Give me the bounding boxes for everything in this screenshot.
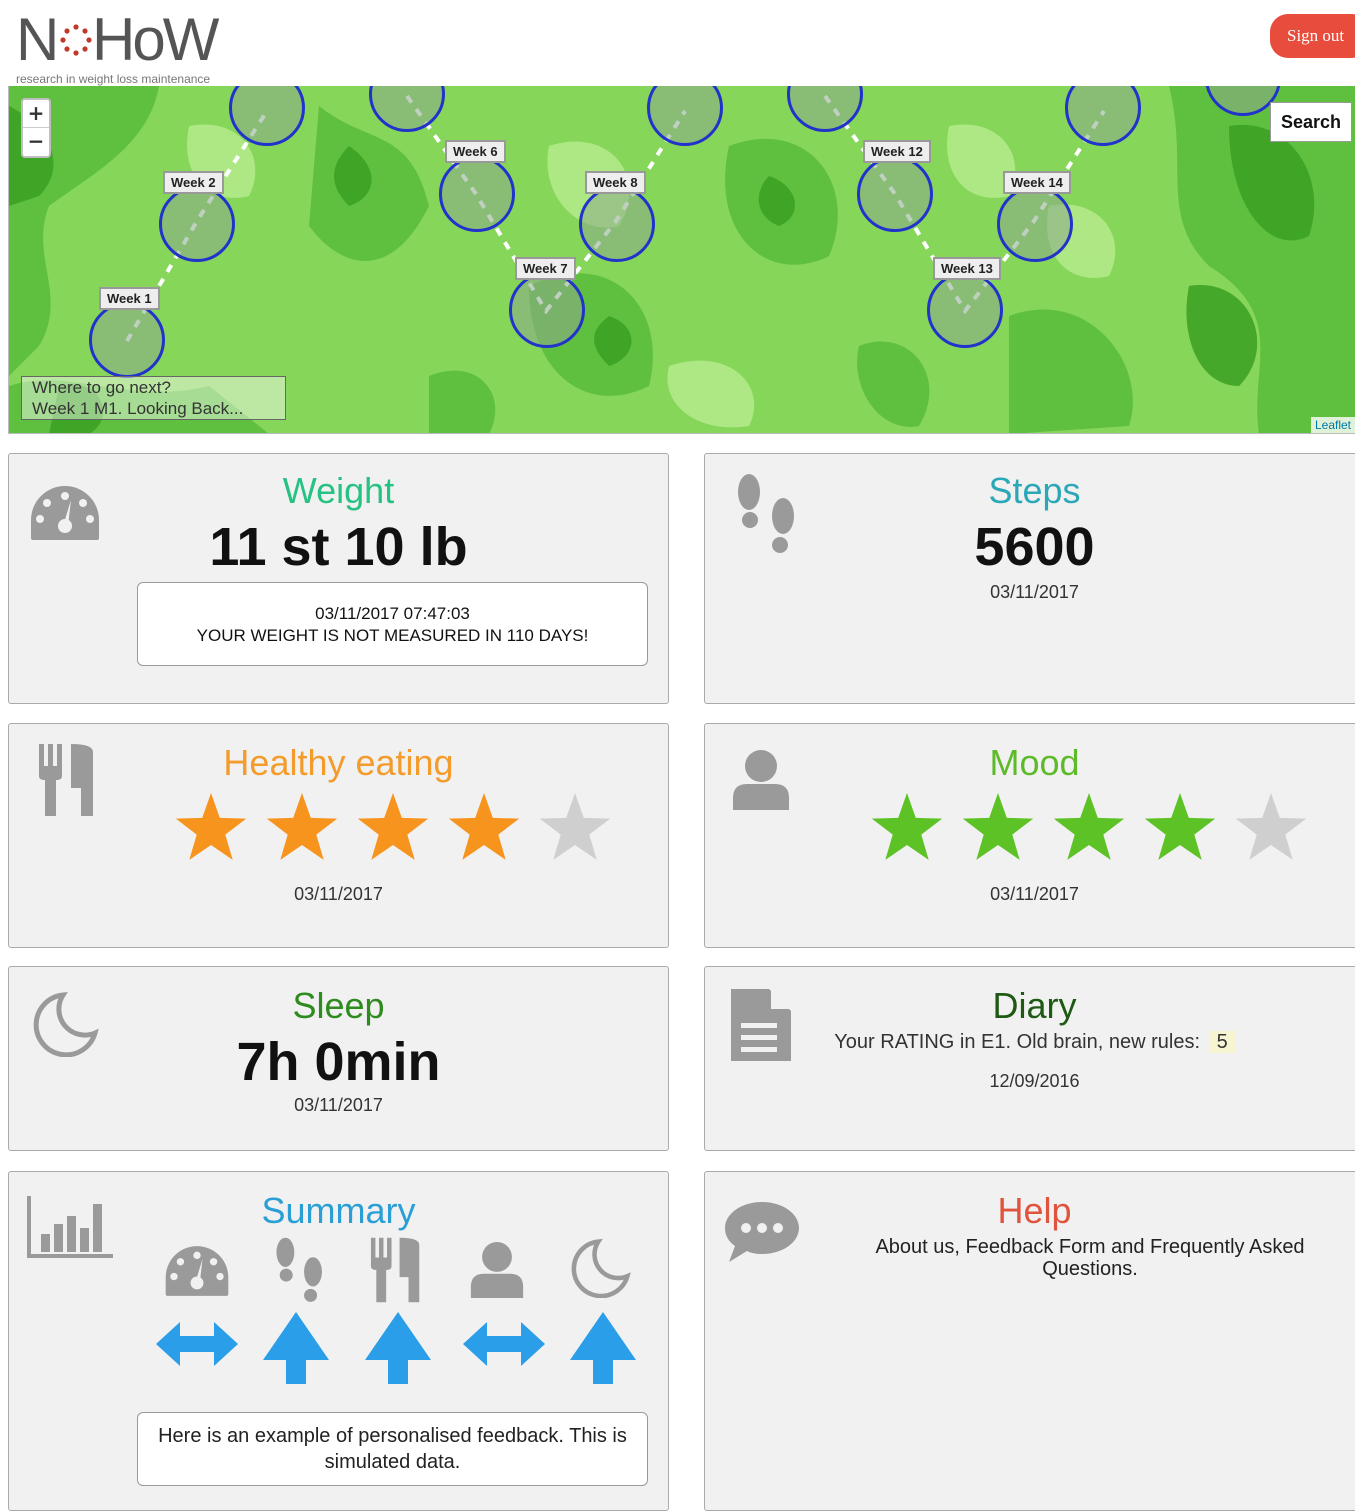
star-filled-icon[interactable] — [266, 793, 338, 860]
weight-warning: YOUR WEIGHT IS NOT MEASURED IN 110 DAYS! — [196, 626, 589, 645]
week-circle[interactable] — [927, 272, 1003, 348]
journey-map[interactable]: Week 1 Week 2 Week 6 Week 7 Week 8 Week … — [8, 86, 1355, 434]
week-circle[interactable] — [509, 272, 585, 348]
week-circle[interactable] — [89, 302, 165, 378]
where-link[interactable]: Week 1 M1. Looking Back... — [32, 398, 285, 419]
trend-up-arrow-icon — [263, 1312, 329, 1384]
moon-icon — [571, 1238, 631, 1298]
mood-card[interactable]: Mood 03/11/2017 — [704, 723, 1355, 948]
weight-timestamp: 03/11/2017 07:47:03 — [315, 604, 470, 623]
star-filled-icon[interactable] — [962, 793, 1034, 860]
week-label: Week 13 — [933, 257, 1001, 280]
healthy-eating-date: 03/11/2017 — [294, 884, 383, 904]
sleep-title: Sleep — [292, 985, 385, 1026]
svg-text:HoW: HoW — [92, 8, 220, 70]
logo-wordmark: N HoW — [16, 6, 223, 73]
healthy-eating-title: Healthy eating — [223, 742, 454, 783]
diary-card[interactable]: Diary Your RATING in E1. Old brain, new … — [704, 966, 1355, 1151]
week-label: Week 8 — [585, 171, 646, 194]
steps-value: 5600 — [974, 517, 1095, 577]
steps-card[interactable]: Steps 5600 03/11/2017 — [704, 453, 1355, 704]
steps-title: Steps — [988, 470, 1081, 511]
weight-value: 11 st 10 lb — [209, 517, 468, 577]
zoom-in-button[interactable]: + — [23, 100, 49, 128]
star-filled-icon[interactable] — [357, 793, 429, 860]
footprints-icon — [276, 1237, 322, 1302]
zoom-out-button[interactable]: − — [23, 128, 49, 156]
week-label: Week 1 — [99, 287, 160, 310]
where-to-go-next-box[interactable]: Where to go next? Week 1 M1. Looking Bac… — [21, 376, 286, 420]
week-label: Week 7 — [515, 257, 576, 280]
week-circle[interactable] — [579, 186, 655, 262]
trend-up-arrow-icon — [570, 1312, 636, 1384]
week-label: Week 14 — [1003, 171, 1071, 194]
nohow-logo[interactable]: N HoW research in weight loss maintenanc… — [16, 6, 236, 86]
trend-stable-arrow-icon — [156, 1322, 238, 1366]
diary-rating-text: Your RATING in E1. Old brain, new rules: — [834, 1031, 1201, 1053]
week-circle[interactable] — [439, 156, 515, 232]
sleep-date: 03/11/2017 — [294, 1095, 383, 1115]
weight-card[interactable]: Weight 11 st 10 lb 03/11/2017 07:47:03 Y… — [8, 453, 669, 704]
star-empty-icon[interactable] — [1235, 793, 1307, 860]
diary-rating-line: Your RATING in E1. Old brain, new rules:… — [705, 1031, 1355, 1054]
week-label: Week 2 — [163, 171, 224, 194]
diary-rating-value: 5 — [1209, 1031, 1235, 1053]
healthy-eating-card[interactable]: Healthy eating 03/11/2017 — [8, 723, 669, 948]
mood-date: 03/11/2017 — [990, 884, 1079, 904]
steps-date: 03/11/2017 — [990, 582, 1079, 602]
weight-warning-box: 03/11/2017 07:47:03 YOUR WEIGHT IS NOT M… — [137, 582, 648, 666]
weight-title: Weight — [282, 470, 395, 511]
star-filled-icon[interactable] — [871, 793, 943, 860]
trend-up-arrow-icon — [365, 1312, 431, 1384]
help-link-text[interactable]: About us, Feedback Form and Frequently A… — [845, 1236, 1335, 1280]
user-icon — [470, 1242, 524, 1298]
sign-out-button[interactable]: Sign out — [1270, 14, 1355, 58]
leaflet-attribution[interactable]: Leaflet — [1310, 417, 1355, 433]
star-filled-icon[interactable] — [1144, 793, 1216, 860]
sleep-value: 7h 0min — [236, 1032, 441, 1092]
svg-text:N: N — [16, 8, 56, 70]
logo-subtitle: research in weight loss maintenance — [16, 72, 211, 86]
sleep-card[interactable]: Sleep 7h 0min 03/11/2017 — [8, 966, 669, 1151]
diary-title: Diary — [992, 985, 1077, 1026]
map-search-button[interactable]: Search — [1270, 102, 1352, 142]
help-card[interactable]: Help About us, Feedback Form and Frequen… — [704, 1171, 1355, 1511]
where-title: Where to go next? — [32, 378, 171, 397]
week-label: Week 12 — [863, 140, 931, 163]
week-circle[interactable] — [997, 186, 1073, 262]
week-circle[interactable] — [159, 186, 235, 262]
header: N HoW research in weight loss maintenanc… — [0, 0, 1355, 86]
summary-card[interactable]: Summary Here is an example of personalis… — [8, 1171, 669, 1511]
zoom-control: + − — [21, 98, 51, 158]
diary-date: 12/09/2016 — [989, 1071, 1080, 1091]
star-filled-icon[interactable] — [175, 793, 247, 860]
week-circle[interactable] — [857, 156, 933, 232]
summary-title: Summary — [261, 1190, 416, 1231]
trend-stable-arrow-icon — [463, 1322, 545, 1366]
star-filled-icon[interactable] — [448, 793, 520, 860]
star-empty-icon[interactable] — [539, 793, 611, 860]
cutlery-icon — [370, 1237, 420, 1303]
help-title: Help — [997, 1190, 1072, 1231]
week-label: Week 6 — [445, 140, 506, 163]
mood-rating[interactable] — [865, 792, 1355, 868]
gauge-icon — [165, 1246, 229, 1296]
summary-feedback: Here is an example of personalised feedb… — [137, 1412, 648, 1486]
mood-title: Mood — [989, 742, 1080, 783]
star-filled-icon[interactable] — [1053, 793, 1125, 860]
